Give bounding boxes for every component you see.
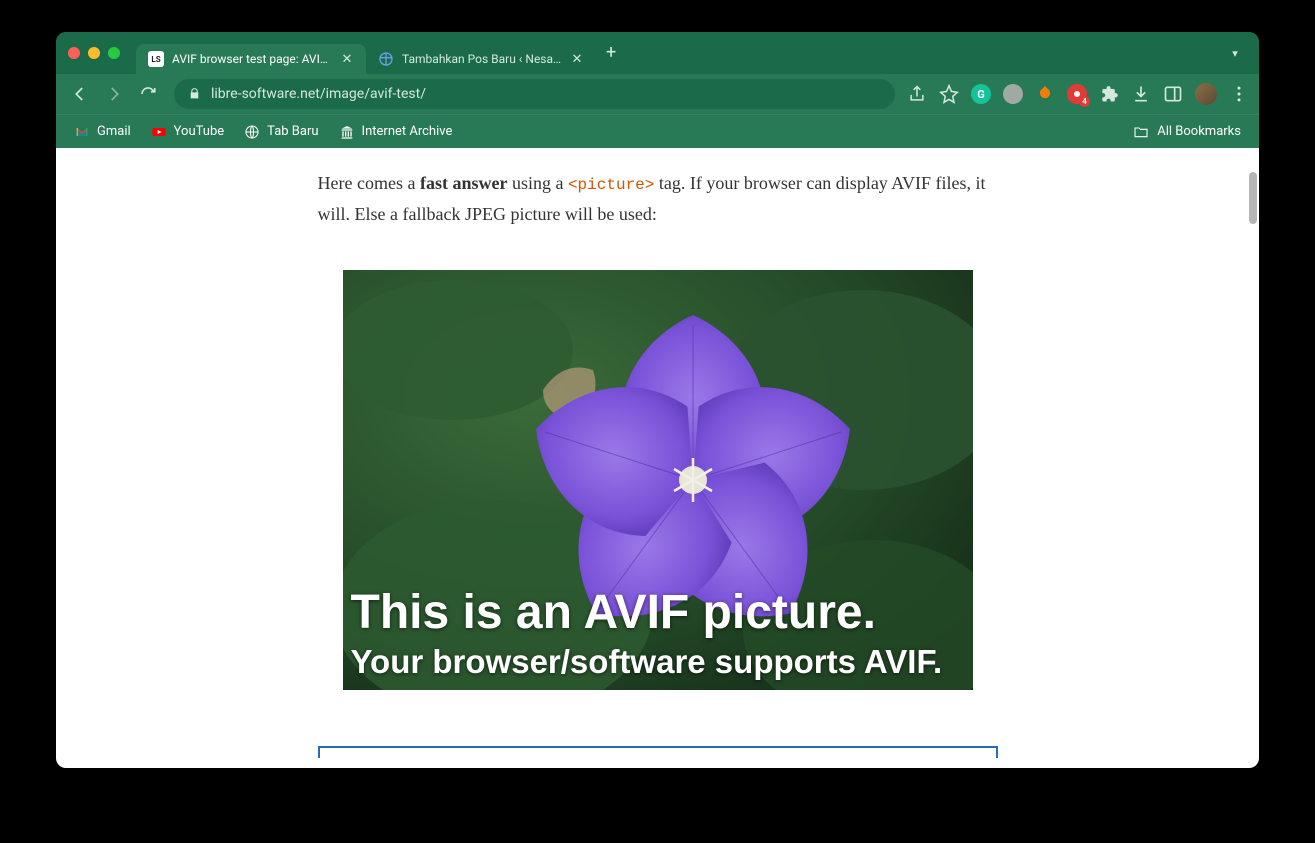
tab-strip: LS AVIF browser test page: AVIF s ✕ Tamb… (136, 32, 1223, 74)
bookmark-youtube[interactable]: YouTube (143, 120, 233, 144)
minimize-window-button[interactable] (88, 47, 100, 59)
intro-paragraph: Here comes a fast answer using a <pictur… (318, 168, 998, 230)
back-button[interactable] (66, 80, 94, 108)
share-icon[interactable] (907, 84, 927, 104)
tab-close-button[interactable]: ✕ (340, 52, 354, 66)
reload-button[interactable] (134, 80, 162, 108)
tab-close-button[interactable]: ✕ (570, 52, 584, 66)
folder-icon (1133, 124, 1149, 140)
tab-overflow-button[interactable]: ▾ (1223, 47, 1247, 60)
globe-icon (244, 124, 260, 140)
page-content: Here comes a fast answer using a <pictur… (56, 148, 1259, 768)
url-text: libre-software.net/image/avif-test/ (211, 86, 881, 102)
profile-avatar[interactable] (1195, 83, 1217, 105)
lock-icon (188, 85, 201, 104)
scrollbar[interactable] (1245, 148, 1259, 768)
tab-favicon (378, 51, 394, 67)
bookmark-star-icon[interactable] (939, 84, 959, 104)
extension-orange-icon[interactable] (1035, 84, 1055, 104)
code-picture-tag: <picture> (568, 176, 654, 194)
bookmark-label: Gmail (97, 124, 131, 139)
toolbar: libre-software.net/image/avif-test/ G 4 (56, 74, 1259, 114)
bookmark-label: Tab Baru (267, 124, 318, 139)
download-icon[interactable] (1131, 84, 1151, 104)
tab-title: Tambahkan Pos Baru ‹ Nesaba (402, 52, 562, 66)
all-bookmarks-label: All Bookmarks (1157, 124, 1241, 139)
tab-active[interactable]: LS AVIF browser test page: AVIF s ✕ (136, 44, 366, 74)
image-overlay-text: This is an AVIF picture. Your browser/so… (351, 587, 943, 681)
address-bar[interactable]: libre-software.net/image/avif-test/ (174, 79, 895, 109)
overlay-subheading: Your browser/software supports AVIF. (351, 642, 943, 682)
extension-red-icon[interactable]: 4 (1067, 84, 1087, 104)
archive-icon (339, 124, 355, 140)
tab-title: AVIF browser test page: AVIF s (172, 52, 332, 66)
bookmark-gmail[interactable]: Gmail (66, 120, 139, 144)
gmail-icon (74, 124, 90, 140)
article: Here comes a fast answer using a <pictur… (318, 148, 998, 768)
toolbar-actions: G 4 (907, 83, 1249, 105)
bookmark-internet-archive[interactable]: Internet Archive (331, 120, 461, 144)
tab-inactive[interactable]: Tambahkan Pos Baru ‹ Nesaba ✕ (366, 44, 596, 74)
kebab-menu-icon[interactable] (1229, 84, 1249, 104)
avif-test-image: This is an AVIF picture. Your browser/so… (343, 270, 973, 690)
browser-window: LS AVIF browser test page: AVIF s ✕ Tamb… (56, 32, 1259, 768)
extension-generic-icon[interactable] (1003, 84, 1023, 104)
extensions-puzzle-icon[interactable] (1099, 84, 1119, 104)
bookmarks-bar: Gmail YouTube Tab Baru Internet Archive … (56, 114, 1259, 148)
bookmark-label: YouTube (174, 124, 225, 139)
new-tab-button[interactable]: + (606, 42, 616, 65)
scrollbar-thumb[interactable] (1249, 172, 1257, 224)
maximize-window-button[interactable] (108, 47, 120, 59)
window-controls (68, 47, 120, 59)
overlay-heading: This is an AVIF picture. (351, 587, 943, 640)
extension-badge: 4 (1079, 96, 1090, 107)
callout-box-top (318, 746, 998, 758)
tab-favicon: LS (148, 51, 164, 67)
close-window-button[interactable] (68, 47, 80, 59)
youtube-icon (151, 124, 167, 140)
titlebar: LS AVIF browser test page: AVIF s ✕ Tamb… (56, 32, 1259, 74)
all-bookmarks-button[interactable]: All Bookmarks (1125, 120, 1249, 144)
bookmark-label: Internet Archive (362, 124, 453, 139)
forward-button[interactable] (100, 80, 128, 108)
bookmark-tab-baru[interactable]: Tab Baru (236, 120, 326, 144)
extension-grammarly-icon[interactable]: G (971, 84, 991, 104)
side-panel-icon[interactable] (1163, 84, 1183, 104)
